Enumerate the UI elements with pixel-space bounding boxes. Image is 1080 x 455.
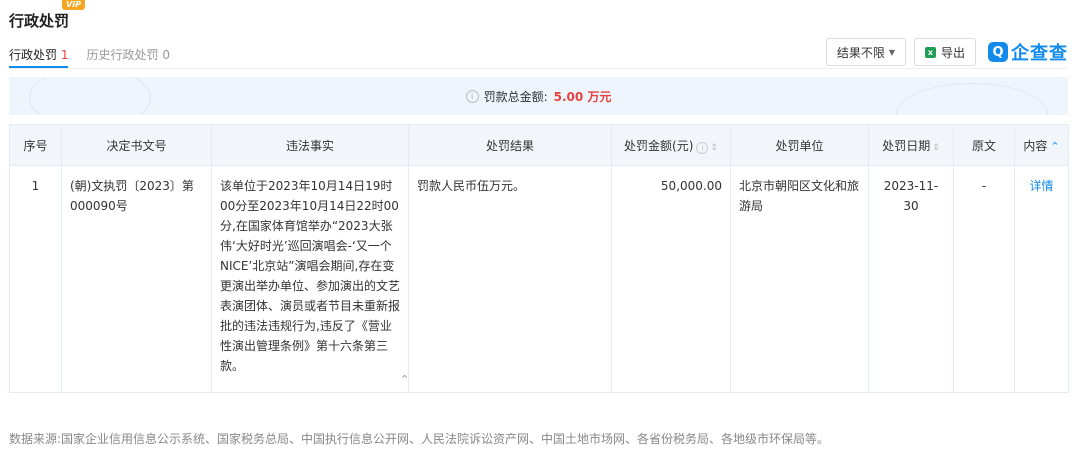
col-header-original: 原文 [953,124,1015,166]
cell-original: - [953,165,1015,393]
tab-bar: 行政处罚 1 历史行政处罚 0 [9,46,170,68]
summary-label: 罚款总金额: [483,89,548,104]
summary-amount: 5.00 万元 [553,89,612,104]
cell-date: 2023-11-30 [868,165,954,393]
table-row: 1 (朝)文执罚〔2023〕第000090号 该单位于2023年10月14日19… [9,165,1069,393]
tab-count: 1 [60,48,69,62]
cell-amount: 50,000.00 [611,165,731,393]
export-label: 导出 [940,45,965,60]
brand-logo: Q 企查查 [988,39,1068,65]
toolbar: 结果不限 ▼ x 导出 Q 企查查 [825,38,1068,66]
tab-history-penalty[interactable]: 历史行政处罚 0 [86,46,169,68]
col-header-facts: 违法事实 [211,124,409,166]
col-header-doc-no: 决定书文号 [61,124,212,166]
filter-label: 结果不限 [836,45,885,60]
col-header-amount[interactable]: 处罚金额(元) i ⇕ [611,124,731,166]
brand-logo-icon: Q [988,42,1008,62]
col-header-date-label: 处罚日期 [882,138,931,153]
cell-detail: 详情 [1014,165,1069,393]
export-button[interactable]: x 导出 [913,38,976,66]
cell-doc-no: (朝)文执罚〔2023〕第000090号 [61,165,212,393]
col-header-date[interactable]: 处罚日期 ⇕ [868,124,954,166]
col-header-amount-label: 处罚金额(元) [624,138,694,153]
chevron-down-icon: ▼ [888,47,895,57]
cell-index: 1 [9,165,62,393]
tabs-divider [9,68,1068,69]
sort-icon[interactable]: ⇕ [710,143,718,153]
data-source-note: 数据来源:国家企业信用信息公示系统、国家税务总局、中国执行信息公开网、人民法院诉… [9,432,830,446]
fine-summary-banner: i 罚款总金额: 5.00 万元 [9,77,1068,115]
cell-authority: 北京市朝阳区文化和旅游局 [730,165,869,393]
col-header-authority: 处罚单位 [730,124,869,166]
decorative-wave [896,83,1048,115]
vip-badge: VIP [62,0,86,10]
col-header-result: 处罚结果 [408,124,612,166]
cell-facts: 该单位于2023年10月14日19时00分至2023年10月14日22时00分,… [211,165,409,393]
cell-result: 罚款人民币伍万元。 [408,165,612,393]
tab-label: 行政处罚 [9,48,58,62]
decorative-circle [29,77,151,115]
detail-link[interactable]: 详情 [1029,179,1053,193]
collapse-text-icon[interactable]: ⌃ [400,373,409,386]
excel-icon: x [924,46,936,58]
col-header-content[interactable]: 内容 ⌃ [1014,124,1069,166]
table-header-row: 序号 决定书文号 违法事实 处罚结果 处罚金额(元) i ⇕ 处罚单位 处罚日期 ⇕ … [9,124,1069,166]
section-title: 行政处罚 [9,12,70,30]
sort-icon[interactable]: ⇕ [932,143,940,153]
tab-label: 历史行政处罚 [86,48,159,62]
tab-admin-penalty[interactable]: 行政处罚 1 [9,46,69,68]
tab-count: 0 [162,48,170,62]
brand-name: 企查查 [1011,43,1068,64]
col-header-index: 序号 [9,124,62,166]
penalty-table: 序号 决定书文号 违法事实 处罚结果 处罚金额(元) i ⇕ 处罚单位 处罚日期 ⇕ … [9,124,1069,393]
info-icon[interactable]: i [465,89,479,103]
info-icon[interactable]: i [696,141,709,154]
col-header-content-label: 内容 [1023,138,1048,153]
collapse-up-icon[interactable]: ⌃ [1050,140,1059,153]
result-filter-dropdown[interactable]: 结果不限 ▼ [825,38,906,66]
